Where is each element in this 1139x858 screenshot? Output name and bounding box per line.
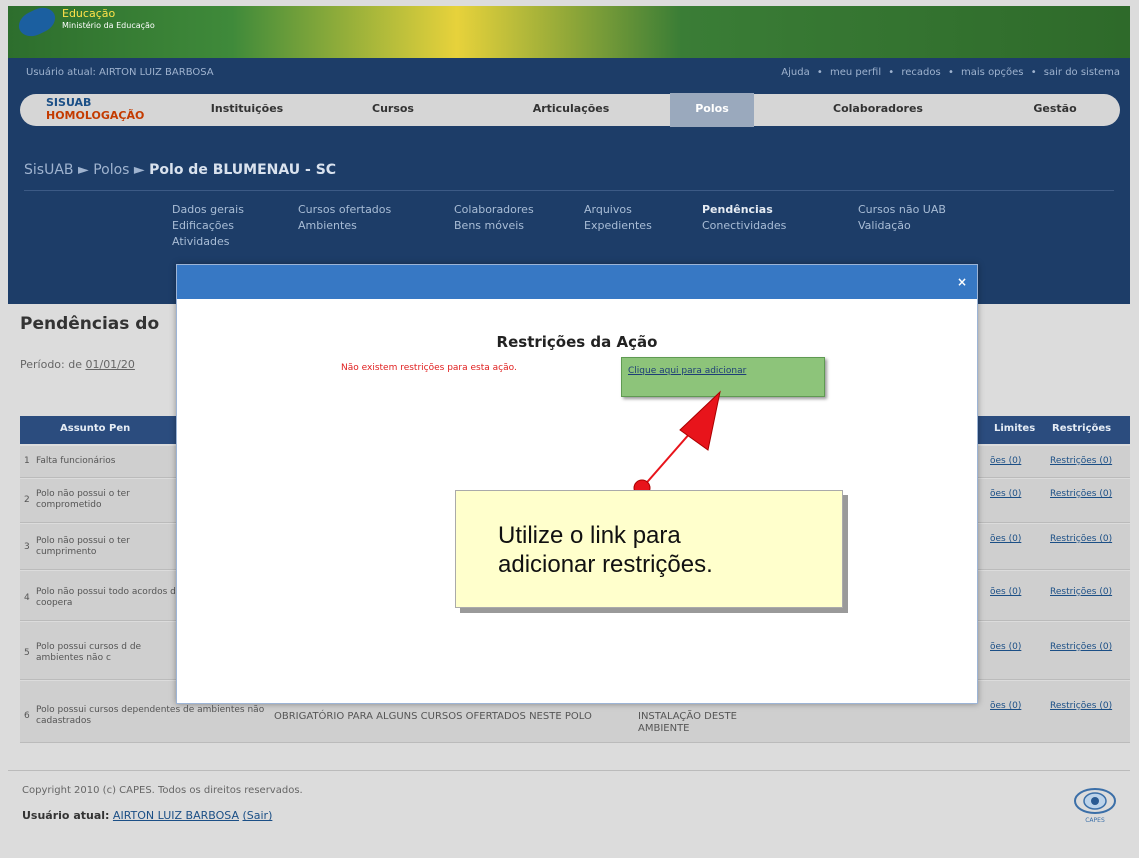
tab-colaboradores[interactable]: Colaboradores (818, 102, 938, 115)
limites-link[interactable]: ões (0) (990, 456, 1021, 466)
modal-titlebar: × (177, 265, 977, 299)
submenu-cursos-nao-uab[interactable]: Cursos não UAB (858, 202, 946, 218)
no-restrictions-message: Não existem restrições para esta ação. (341, 363, 517, 373)
limites-link[interactable]: ões (0) (990, 587, 1021, 597)
breadcrumb-root[interactable]: SisUAB (24, 162, 74, 178)
submenu-ambientes[interactable]: Ambientes (298, 218, 391, 234)
submenu-colaboradores[interactable]: Colaboradores (454, 202, 534, 218)
help-link[interactable]: Ajuda (781, 67, 809, 78)
main-nav: SISUAB HOMOLOGAÇÃO Instituições Cursos A… (8, 88, 1130, 132)
submenu-conectividades[interactable]: Conectividades (702, 218, 786, 234)
my-profile-link[interactable]: meu perfil (830, 67, 881, 78)
submenu-validacao[interactable]: Validação (858, 218, 946, 234)
svg-text:CAPES: CAPES (1085, 817, 1105, 824)
restrictions-modal: × Restrições da Ação Não existem restriç… (176, 264, 978, 704)
breadcrumb: SisUAB ► Polos ► Polo de BLUMENAU - SC (24, 162, 337, 178)
modal-title: Restrições da Ação (496, 333, 658, 351)
col-assunto: Assunto Pen (60, 423, 131, 434)
annotation-arrow-icon (633, 390, 721, 497)
tab-articulacoes[interactable]: Articulações (516, 102, 626, 115)
submenu-arquivos[interactable]: Arquivos (584, 202, 652, 218)
restricoes-link[interactable]: Restrições (0) (1050, 701, 1112, 711)
footer-logout-link[interactable]: (Sair) (242, 809, 272, 822)
submenu-dados-gerais[interactable]: Dados gerais (172, 202, 244, 218)
periodo-date[interactable]: 01/01/20 (85, 358, 134, 371)
submenu-pendencias[interactable]: Pendências (702, 202, 786, 218)
limites-link[interactable]: ões (0) (990, 534, 1021, 544)
limites-link[interactable]: ões (0) (990, 701, 1021, 711)
tab-polos[interactable]: Polos (670, 93, 754, 127)
close-icon[interactable]: × (955, 275, 969, 289)
limites-link[interactable]: ões (0) (990, 489, 1021, 499)
restricoes-link[interactable]: Restrições (0) (1050, 534, 1112, 544)
footer-user: Usuário atual: AIRTON LUIZ BARBOSA (Sair… (22, 809, 273, 822)
col-limites: Limites (994, 423, 1036, 434)
col-restricoes: Restrições (1052, 423, 1112, 434)
tab-instituicoes[interactable]: Instituições (202, 102, 292, 115)
callout-line-2: adicionar restrições. (498, 551, 713, 578)
tab-gestao[interactable]: Gestão (1020, 102, 1090, 115)
user-links: Ajuda • meu perfil • recados • mais opçõ… (781, 67, 1120, 78)
copyright: Copyright 2010 (c) CAPES. Todos os direi… (22, 785, 303, 796)
user-bar: Usuário atual: AIRTON LUIZ BARBOSA Ajuda… (8, 58, 1130, 88)
messages-link[interactable]: recados (901, 67, 940, 78)
ministry-logo: Educação Ministério da Educação (62, 7, 155, 31)
restricoes-link[interactable]: Restrições (0) (1050, 489, 1112, 499)
ministry-emblem-icon (14, 3, 60, 41)
footer-user-link[interactable]: AIRTON LUIZ BARBOSA (113, 809, 239, 822)
capes-logo-icon: CAPES (1074, 788, 1116, 824)
restricoes-link[interactable]: Restrições (0) (1050, 642, 1112, 652)
periodo: Período: de 01/01/20 (20, 358, 135, 371)
more-options-link[interactable]: mais opções (961, 67, 1023, 78)
breadcrumb-current: Polo de BLUMENAU - SC (149, 162, 337, 178)
submenu-atividades[interactable]: Atividades (172, 234, 244, 250)
submenu-expedientes[interactable]: Expedientes (584, 218, 652, 234)
logout-link[interactable]: sair do sistema (1044, 67, 1120, 78)
page-title: Pendências do (20, 314, 160, 334)
current-user-label: Usuário atual: AIRTON LUIZ BARBOSA (26, 67, 214, 78)
footer: Copyright 2010 (c) CAPES. Todos os direi… (8, 770, 1130, 840)
limites-link[interactable]: ões (0) (990, 642, 1021, 652)
top-banner: Educação Ministério da Educação (8, 3, 1130, 58)
callout-line-1: Utilize o link para (498, 522, 681, 549)
tutorial-callout: Utilize o link para adicionar restrições… (455, 490, 843, 608)
breadcrumb-polos[interactable]: Polos (93, 162, 129, 178)
restricoes-link[interactable]: Restrições (0) (1050, 587, 1112, 597)
submenu-edificacoes[interactable]: Edificações (172, 218, 244, 234)
restricoes-link[interactable]: Restrições (0) (1050, 456, 1112, 466)
submenu-bens-moveis[interactable]: Bens móveis (454, 218, 534, 234)
sisuab-logo[interactable]: SISUAB HOMOLOGAÇÃO (46, 96, 144, 122)
tab-cursos[interactable]: Cursos (358, 102, 428, 115)
submenu-cursos-ofertados[interactable]: Cursos ofertados (298, 202, 391, 218)
